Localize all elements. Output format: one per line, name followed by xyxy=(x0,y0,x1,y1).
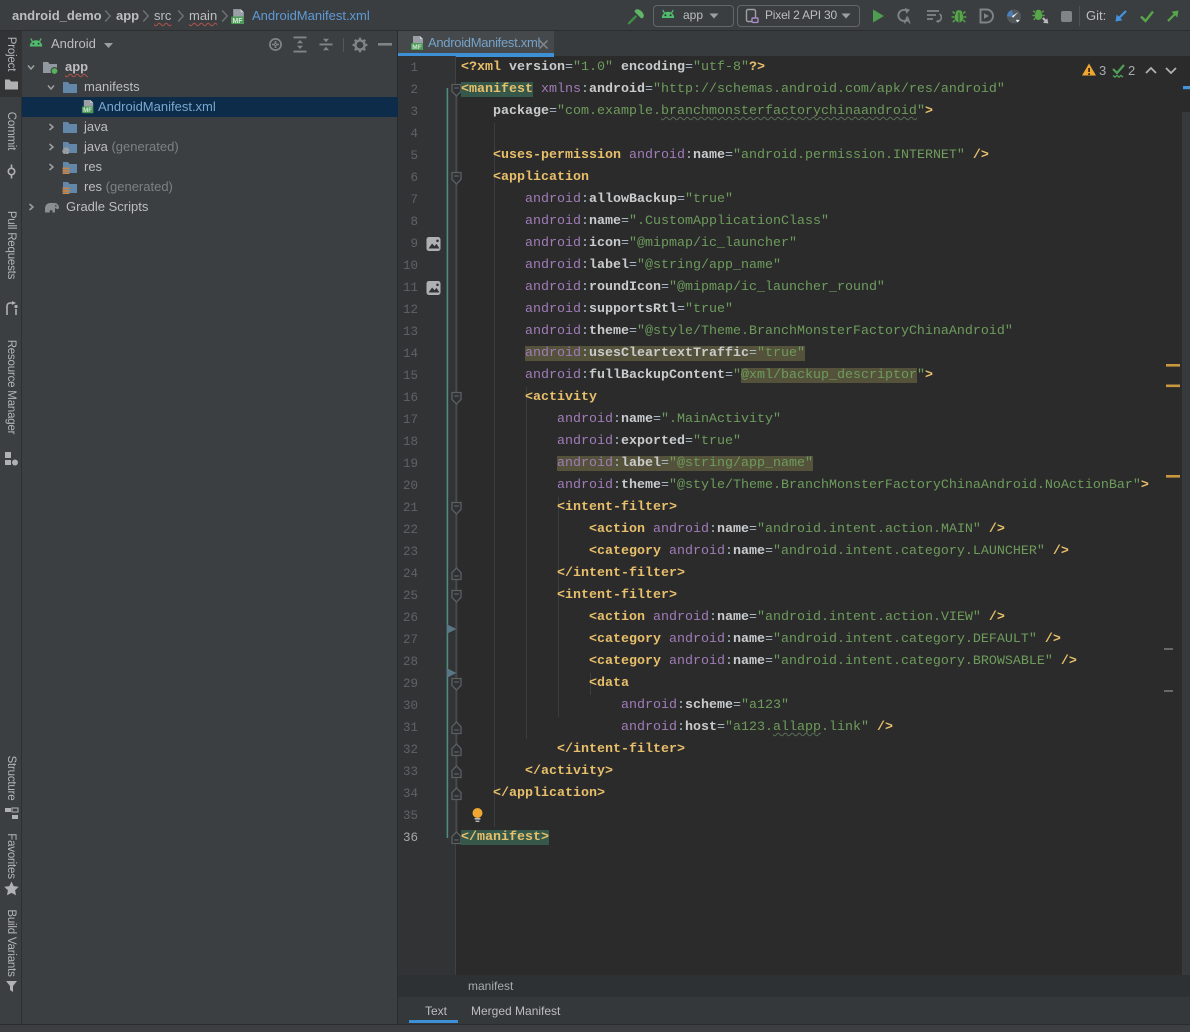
svg-text:3: 3 xyxy=(1099,63,1106,78)
svg-text:2: 2 xyxy=(1128,63,1135,78)
svg-text:MF: MF xyxy=(412,44,421,51)
